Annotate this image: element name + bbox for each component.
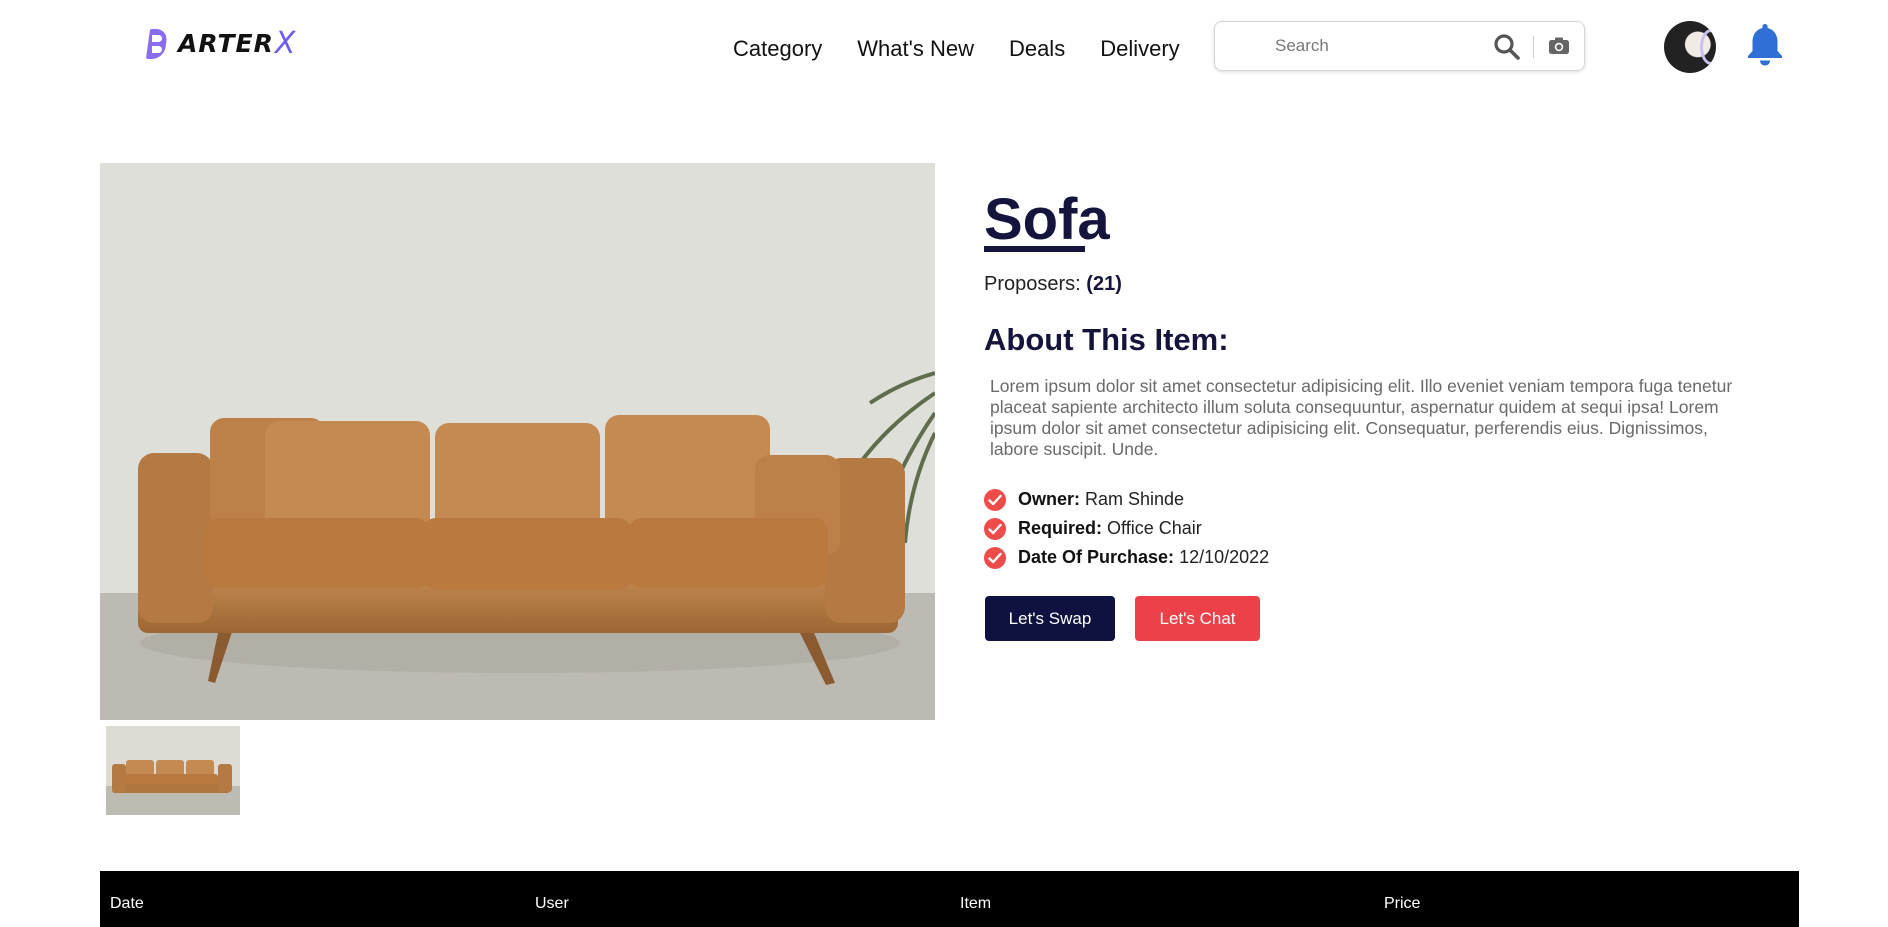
bell-icon[interactable] bbox=[1746, 22, 1784, 71]
fact-required: Required: Office Chair bbox=[984, 514, 1269, 543]
fact-date-of-purchase: Date Of Purchase: 12/10/2022 bbox=[984, 543, 1269, 572]
logo-x: X bbox=[274, 26, 296, 61]
product-title: Sofa bbox=[984, 187, 1110, 252]
nav-category[interactable]: Category bbox=[733, 36, 822, 62]
logo[interactable]: ARTER X bbox=[145, 26, 296, 61]
item-description: Lorem ipsum dolor sit amet consectetur a… bbox=[990, 376, 1733, 459]
fact-value: Office Chair bbox=[1107, 518, 1202, 538]
proposers-label: Proposers: bbox=[984, 273, 1081, 295]
column-header-item[interactable]: Item bbox=[960, 895, 991, 913]
fact-label: Date Of Purchase: bbox=[1018, 547, 1175, 567]
search-icon[interactable] bbox=[1493, 33, 1521, 66]
nav-whats-new[interactable]: What's New bbox=[857, 36, 974, 62]
nav-delivery[interactable]: Delivery bbox=[1100, 36, 1179, 62]
search-input[interactable] bbox=[1275, 36, 1475, 56]
search-divider bbox=[1533, 36, 1534, 58]
nav-deals[interactable]: Deals bbox=[1009, 36, 1065, 62]
camera-icon[interactable] bbox=[1548, 36, 1570, 61]
check-icon bbox=[984, 488, 1006, 511]
avatar[interactable] bbox=[1664, 21, 1716, 73]
check-icon bbox=[984, 546, 1006, 569]
fact-value: Ram Shinde bbox=[1085, 489, 1185, 509]
logo-text: ARTER bbox=[178, 29, 274, 58]
chat-button[interactable]: Let's Chat bbox=[1135, 596, 1260, 641]
table-header: Date User Item Price bbox=[100, 871, 1799, 927]
fact-owner: Owner: Ram Shinde bbox=[984, 485, 1269, 514]
column-header-date[interactable]: Date bbox=[110, 895, 144, 913]
product-image bbox=[100, 163, 935, 720]
column-header-price[interactable]: Price bbox=[1384, 895, 1420, 913]
about-heading: About This Item: bbox=[984, 322, 1229, 357]
logo-mark-icon bbox=[145, 28, 176, 59]
proposers-count: (21) bbox=[1086, 273, 1122, 295]
column-header-user[interactable]: User bbox=[535, 895, 569, 913]
item-facts: Owner: Ram Shinde Required: Office Chair… bbox=[984, 485, 1269, 572]
check-icon bbox=[984, 517, 1006, 540]
fact-label: Required: bbox=[1018, 518, 1103, 538]
title-underline bbox=[984, 246, 1085, 252]
proposers: Proposers: (21) bbox=[984, 273, 1122, 296]
swap-button[interactable]: Let's Swap bbox=[985, 596, 1115, 641]
fact-label: Owner: bbox=[1018, 489, 1081, 509]
fact-value: 12/10/2022 bbox=[1179, 547, 1270, 567]
search-bar bbox=[1214, 21, 1585, 71]
main-nav: Category What's New Deals Delivery bbox=[733, 36, 1180, 62]
product-thumbnail[interactable] bbox=[106, 726, 240, 815]
